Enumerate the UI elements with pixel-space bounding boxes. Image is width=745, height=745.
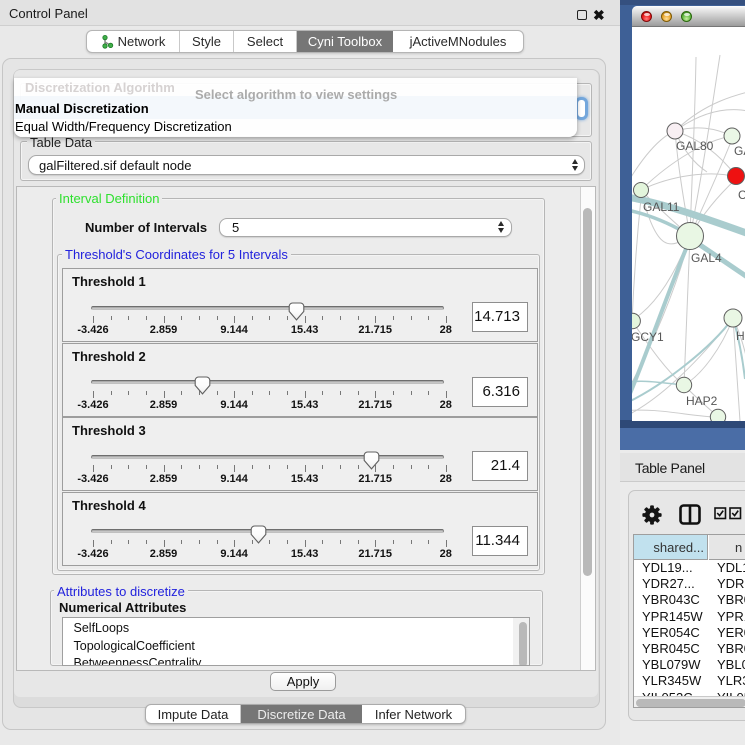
svg-text:GAL4: GAL4 [691, 251, 722, 265]
svg-text:GAL11: GAL11 [643, 200, 680, 214]
svg-text:H: H [736, 329, 745, 343]
svg-text:HAP2: HAP2 [686, 394, 718, 408]
svg-text:GAL80: GAL80 [676, 139, 714, 153]
svg-text:C: C [738, 188, 745, 202]
svg-text:GCY1: GCY1 [632, 330, 664, 344]
svg-text:GA: GA [734, 144, 745, 158]
